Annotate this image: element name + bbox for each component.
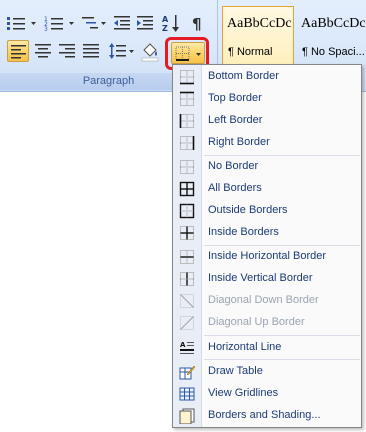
align-left-button[interactable] xyxy=(7,40,29,62)
style-no-spacing[interactable]: AaBbCcDc ¶ No Spaci... xyxy=(296,6,366,68)
svg-text:A: A xyxy=(180,341,186,349)
menu-item-label: View Gridlines xyxy=(208,387,279,399)
style-name: ¶ Normal xyxy=(228,46,273,58)
left-border-icon xyxy=(179,113,195,129)
numbering-icon: 1 2 3 xyxy=(44,16,74,33)
center-icon xyxy=(35,44,51,58)
borders-dropdown-menu: Bottom Border Top Border Left Border Rig… xyxy=(172,64,362,428)
increase-indent-icon xyxy=(137,16,153,30)
menu-item-bottom-border[interactable]: Bottom Border xyxy=(173,66,361,88)
borders-and-shading-icon xyxy=(179,408,195,424)
menu-item-left-border[interactable]: Left Border xyxy=(173,110,361,132)
inside-borders-icon xyxy=(179,225,195,241)
justify-button[interactable] xyxy=(80,40,102,62)
menu-item-label: Draw Table xyxy=(208,365,263,377)
view-gridlines-icon xyxy=(179,386,195,402)
style-sample: AaBbCcDc xyxy=(227,16,292,31)
outside-borders-icon xyxy=(179,203,195,219)
show-formatting-button[interactable]: ¶ xyxy=(188,12,210,34)
align-left-icon xyxy=(11,45,26,59)
menu-item-no-border[interactable]: No Border xyxy=(173,156,361,178)
menu-item-label: Inside Vertical Border xyxy=(208,272,313,284)
menu-item-diagonal-up-border[interactable]: Diagonal Up Border xyxy=(173,312,361,334)
style-name: ¶ No Spaci... xyxy=(302,46,365,58)
style-sample: AaBbCcDc xyxy=(301,16,366,31)
draw-table-icon xyxy=(179,364,195,380)
svg-text:A: A xyxy=(162,15,169,24)
menu-item-diagonal-down-border[interactable]: Diagonal Down Border xyxy=(173,290,361,312)
menu-item-label: Inside Horizontal Border xyxy=(208,250,327,262)
menu-item-label: Bottom Border xyxy=(208,70,279,82)
menu-item-label: Right Border xyxy=(208,136,270,148)
menu-separator xyxy=(204,359,360,360)
no-border-icon xyxy=(179,159,195,175)
sort-button[interactable]: A Z xyxy=(160,12,182,34)
menu-item-label: Diagonal Down Border xyxy=(208,294,319,306)
menu-item-label: Borders and Shading... xyxy=(208,409,321,421)
menu-item-inside-vertical-border[interactable]: Inside Vertical Border xyxy=(173,268,361,290)
svg-text:3: 3 xyxy=(44,26,48,33)
top-border-icon xyxy=(179,91,195,107)
inside-horizontal-border-icon xyxy=(179,249,195,265)
svg-text:Z: Z xyxy=(162,24,168,33)
diagonal-up-border-icon xyxy=(179,315,195,331)
bottom-border-icon xyxy=(179,69,195,85)
line-spacing-icon xyxy=(109,43,134,59)
align-right-icon xyxy=(59,44,75,58)
style-normal[interactable]: AaBbCcDc ¶ Normal xyxy=(222,6,294,68)
shading-icon xyxy=(141,43,159,62)
menu-separator xyxy=(204,335,360,336)
numbering-button[interactable]: 1 2 3 xyxy=(42,12,78,34)
menu-item-label: Inside Borders xyxy=(208,226,279,238)
diagonal-down-border-icon xyxy=(179,293,195,309)
menu-item-top-border[interactable]: Top Border xyxy=(173,88,361,110)
svg-text:¶: ¶ xyxy=(192,15,202,33)
right-border-icon xyxy=(179,135,195,151)
justify-icon xyxy=(83,44,99,58)
menu-item-all-borders[interactable]: All Borders xyxy=(173,178,361,200)
decrease-indent-button[interactable] xyxy=(111,12,133,34)
line-spacing-button[interactable] xyxy=(107,40,137,62)
menu-item-inside-horizontal-border[interactable]: Inside Horizontal Border xyxy=(173,246,361,268)
menu-item-label: Top Border xyxy=(208,92,262,104)
increase-indent-button[interactable] xyxy=(134,12,156,34)
menu-item-label: Horizontal Line xyxy=(208,341,282,353)
multilevel-list-button[interactable] xyxy=(80,12,108,34)
menu-item-outside-borders[interactable]: Outside Borders xyxy=(173,200,361,222)
bullets-button[interactable] xyxy=(4,12,40,34)
align-right-button[interactable] xyxy=(56,40,78,62)
decrease-indent-icon xyxy=(114,16,130,30)
center-button[interactable] xyxy=(32,40,54,62)
menu-item-horizontal-line[interactable]: A Horizontal Line xyxy=(173,337,361,359)
inside-vertical-border-icon xyxy=(179,271,195,287)
show-formatting-icon: ¶ xyxy=(192,15,202,33)
menu-item-view-gridlines[interactable]: View Gridlines xyxy=(173,383,361,405)
multilevel-list-icon xyxy=(82,17,106,29)
bullets-icon xyxy=(7,17,36,30)
all-borders-icon xyxy=(179,181,195,197)
menu-item-inside-borders[interactable]: Inside Borders xyxy=(173,222,361,244)
menu-item-draw-table[interactable]: Draw Table xyxy=(173,361,361,383)
sort-icon: A Z xyxy=(162,15,179,33)
shading-button[interactable] xyxy=(139,40,165,62)
menu-item-label: No Border xyxy=(208,160,259,172)
menu-item-label: Left Border xyxy=(208,114,263,126)
menu-item-borders-and-shading[interactable]: Borders and Shading... xyxy=(173,405,361,427)
menu-item-label: Outside Borders xyxy=(208,204,288,216)
horizontal-line-icon: A xyxy=(179,340,195,356)
menu-item-right-border[interactable]: Right Border xyxy=(173,132,361,154)
menu-item-label: All Borders xyxy=(208,182,262,194)
menu-item-label: Diagonal Up Border xyxy=(208,316,305,328)
